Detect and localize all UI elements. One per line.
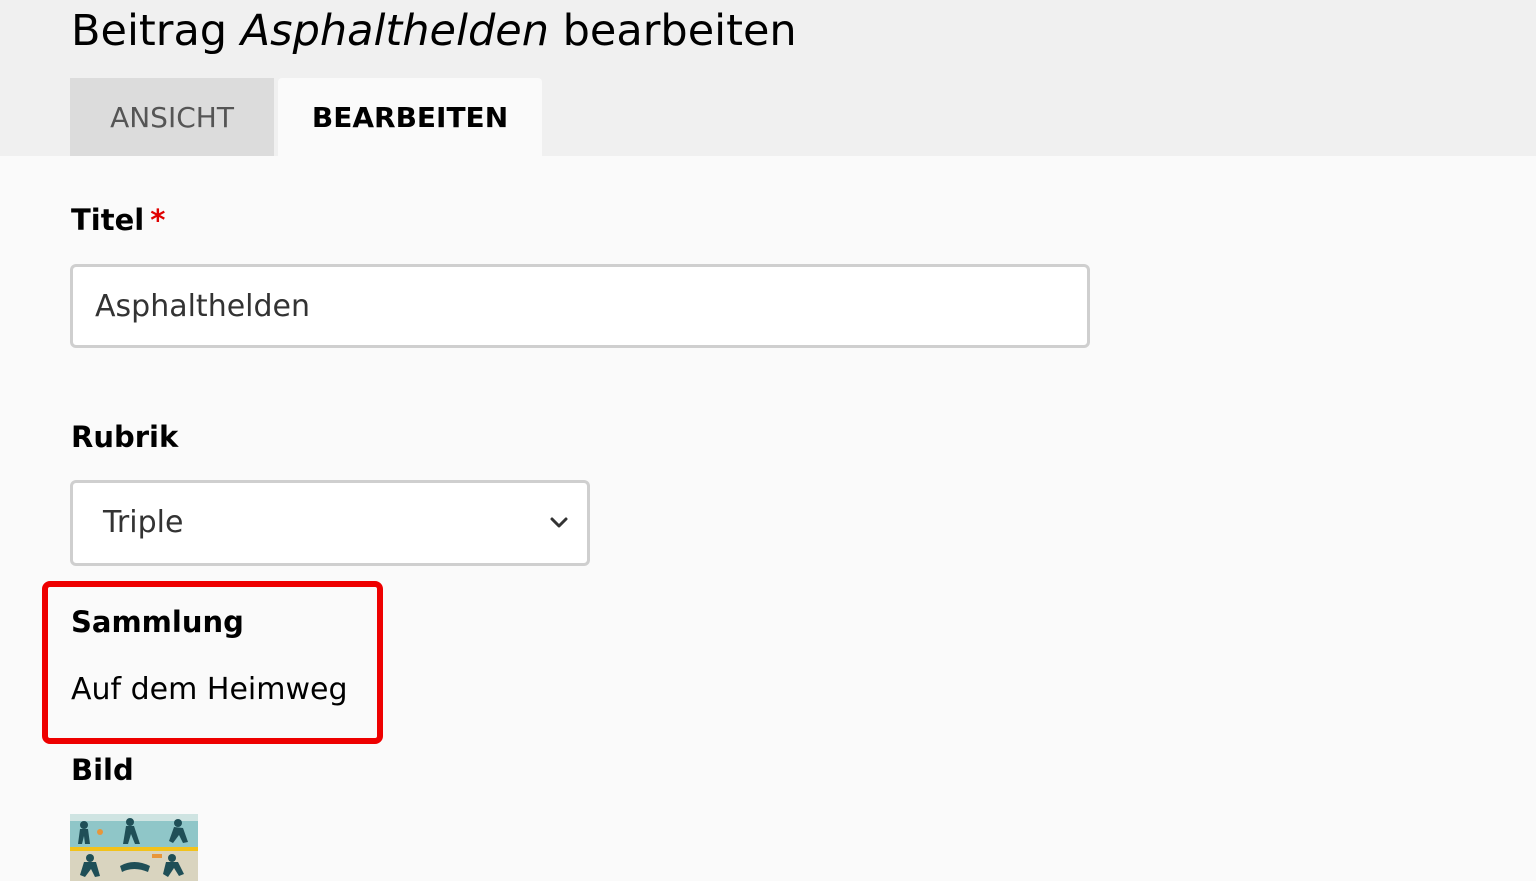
category-select[interactable]: Triple: [70, 480, 590, 566]
category-field-label: Rubrik: [71, 420, 179, 454]
collection-field-label: Sammlung: [71, 605, 244, 639]
title-input[interactable]: [70, 264, 1090, 348]
thumbnail-illustration: [70, 814, 198, 881]
page-header: Beitrag Asphalthelden bearbeiten ANSICHT…: [0, 0, 1536, 156]
title-field-label: Titel *: [71, 202, 165, 238]
chevron-down-icon: [550, 517, 568, 528]
image-thumbnail[interactable]: [70, 814, 198, 881]
tab-edit-label: BEARBEITEN: [311, 100, 509, 134]
page-title-prefix: Beitrag: [71, 6, 241, 56]
page-title-suffix: bearbeiten: [548, 6, 797, 56]
page-title-item: Asphalthelden: [240, 6, 549, 56]
tab-view-label: ANSICHT: [110, 100, 234, 134]
tab-edit[interactable]: BEARBEITEN: [278, 78, 542, 156]
tab-view[interactable]: ANSICHT: [70, 78, 274, 156]
collection-value: Auf dem Heimweg: [71, 672, 348, 707]
image-field-label: Bild: [71, 753, 134, 787]
title-label-text: Titel: [71, 203, 145, 237]
page-title: Beitrag Asphalthelden bearbeiten: [71, 4, 797, 58]
category-select-value: Triple: [103, 505, 184, 540]
required-mark: *: [150, 203, 166, 237]
